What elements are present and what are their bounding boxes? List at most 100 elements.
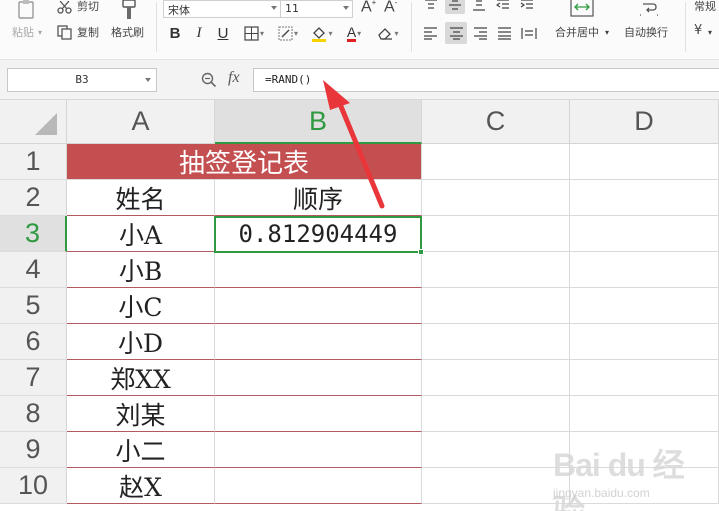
cut-button[interactable]: 剪切 bbox=[77, 0, 99, 14]
number-format-select[interactable]: 常规 bbox=[694, 0, 716, 14]
format-painter-icon[interactable] bbox=[117, 0, 141, 22]
merge-center-dropdown[interactable]: ▾ bbox=[605, 26, 609, 40]
cell-c5[interactable] bbox=[422, 288, 570, 324]
row-header[interactable]: 6 bbox=[0, 324, 67, 360]
row-header-active[interactable]: 3 bbox=[0, 216, 67, 252]
cell-c3[interactable] bbox=[422, 216, 570, 252]
ribbon-divider bbox=[685, 2, 686, 52]
cell-d10[interactable] bbox=[570, 468, 719, 504]
wrap-text-icon[interactable] bbox=[636, 0, 662, 18]
order-cell-selected[interactable]: 0.812904449 bbox=[215, 216, 422, 252]
decrease-indent-icon[interactable] bbox=[494, 0, 512, 12]
cell-c7[interactable] bbox=[422, 360, 570, 396]
column-header-c[interactable]: C bbox=[422, 100, 570, 144]
increase-indent-icon[interactable] bbox=[518, 0, 536, 12]
cell-d5[interactable] bbox=[570, 288, 719, 324]
copy-button[interactable]: 复制 bbox=[77, 26, 99, 40]
wrap-text-button[interactable]: 自动换行 bbox=[624, 26, 668, 40]
name-cell[interactable]: 小B bbox=[67, 252, 215, 288]
order-cell[interactable] bbox=[215, 468, 422, 504]
insert-function-button[interactable]: fx bbox=[228, 69, 240, 87]
merge-cells-icon[interactable] bbox=[569, 0, 595, 18]
column-header-b[interactable]: B bbox=[215, 100, 422, 144]
row-header[interactable]: 10 bbox=[0, 468, 67, 504]
clear-format-button[interactable]: ▾ bbox=[374, 23, 402, 43]
header-name-cell[interactable]: 姓名 bbox=[67, 180, 215, 216]
zoom-search-icon[interactable] bbox=[200, 71, 218, 89]
cell-c8[interactable] bbox=[422, 396, 570, 432]
font-name-select[interactable]: 宋体 bbox=[164, 1, 281, 17]
align-bottom-icon[interactable] bbox=[470, 0, 488, 12]
order-cell[interactable] bbox=[215, 288, 422, 324]
cell-d1[interactable] bbox=[570, 144, 719, 180]
align-left-icon[interactable] bbox=[421, 25, 439, 41]
font-color-button[interactable]: A ▾ bbox=[342, 23, 366, 43]
cell-c2[interactable] bbox=[422, 180, 570, 216]
underline-button[interactable]: U bbox=[214, 23, 232, 43]
cell-c10[interactable] bbox=[422, 468, 570, 504]
row-header[interactable]: 5 bbox=[0, 288, 67, 324]
cell-c6[interactable] bbox=[422, 324, 570, 360]
name-cell[interactable]: 刘某 bbox=[67, 396, 215, 432]
cell-c1[interactable] bbox=[422, 144, 570, 180]
formula-input[interactable]: =RAND() bbox=[253, 68, 719, 92]
select-all-corner[interactable] bbox=[0, 100, 67, 144]
name-cell[interactable]: 小D bbox=[67, 324, 215, 360]
header-order-cell[interactable]: 顺序 bbox=[215, 180, 422, 216]
currency-icon[interactable]: ¥ bbox=[694, 24, 702, 38]
cell-d4[interactable] bbox=[570, 252, 719, 288]
chevron-down-icon bbox=[145, 78, 151, 82]
cell-c9[interactable] bbox=[422, 432, 570, 468]
font-size-select[interactable]: 11 bbox=[281, 1, 352, 17]
align-top-icon[interactable] bbox=[422, 0, 440, 12]
row-header[interactable]: 8 bbox=[0, 396, 67, 432]
row-header[interactable]: 9 bbox=[0, 432, 67, 468]
cell-d3[interactable] bbox=[570, 216, 719, 252]
order-cell[interactable] bbox=[215, 360, 422, 396]
cell-d8[interactable] bbox=[570, 396, 719, 432]
row-header[interactable]: 4 bbox=[0, 252, 67, 288]
currency-dropdown[interactable]: ▾ bbox=[708, 26, 712, 40]
paste-dropdown-arrow[interactable]: ▾ bbox=[38, 26, 42, 40]
fill-pattern-button[interactable]: ▾ bbox=[274, 23, 302, 43]
paste-button[interactable]: 粘贴 bbox=[12, 26, 34, 40]
merge-center-button[interactable]: 合并居中 bbox=[555, 26, 599, 40]
order-cell[interactable] bbox=[215, 396, 422, 432]
row-header[interactable]: 1 bbox=[0, 144, 67, 180]
distributed-align-icon[interactable] bbox=[519, 25, 539, 41]
row-header[interactable]: 2 bbox=[0, 180, 67, 216]
align-center-icon[interactable] bbox=[447, 25, 465, 41]
fill-color-button[interactable]: ▾ bbox=[308, 23, 336, 43]
copy-icon[interactable] bbox=[56, 24, 72, 40]
order-cell[interactable] bbox=[215, 324, 422, 360]
name-cell[interactable]: 小A bbox=[67, 216, 215, 252]
paste-icon[interactable] bbox=[14, 0, 38, 20]
order-cell[interactable] bbox=[215, 252, 422, 288]
cell-d6[interactable] bbox=[570, 324, 719, 360]
borders-button[interactable]: ▾ bbox=[240, 23, 268, 43]
justify-icon[interactable] bbox=[495, 25, 513, 41]
bold-button[interactable]: B bbox=[166, 23, 184, 43]
cell-d7[interactable] bbox=[570, 360, 719, 396]
chevron-down-icon bbox=[271, 6, 277, 10]
align-middle-icon[interactable] bbox=[446, 0, 464, 12]
align-right-icon[interactable] bbox=[471, 25, 489, 41]
format-painter-button[interactable]: 格式刷 bbox=[111, 26, 144, 40]
name-cell[interactable]: 赵X bbox=[67, 468, 215, 504]
row-header[interactable]: 7 bbox=[0, 360, 67, 396]
sheet-title-cell[interactable]: 抽签登记表 bbox=[67, 144, 422, 180]
cell-d2[interactable] bbox=[570, 180, 719, 216]
cell-d9[interactable] bbox=[570, 432, 719, 468]
column-header-d[interactable]: D bbox=[570, 100, 719, 144]
name-cell[interactable]: 郑XX bbox=[67, 360, 215, 396]
italic-button[interactable]: I bbox=[191, 23, 207, 43]
column-header-a[interactable]: A bbox=[67, 100, 215, 144]
name-cell[interactable]: 小C bbox=[67, 288, 215, 324]
name-box[interactable]: B3 bbox=[7, 68, 157, 92]
name-cell[interactable]: 小二 bbox=[67, 432, 215, 468]
decrease-font-size-icon[interactable]: A- bbox=[384, 0, 397, 16]
increase-font-size-icon[interactable]: A+ bbox=[361, 0, 376, 16]
order-cell[interactable] bbox=[215, 432, 422, 468]
cell-c4[interactable] bbox=[422, 252, 570, 288]
scissors-icon[interactable] bbox=[56, 0, 72, 14]
